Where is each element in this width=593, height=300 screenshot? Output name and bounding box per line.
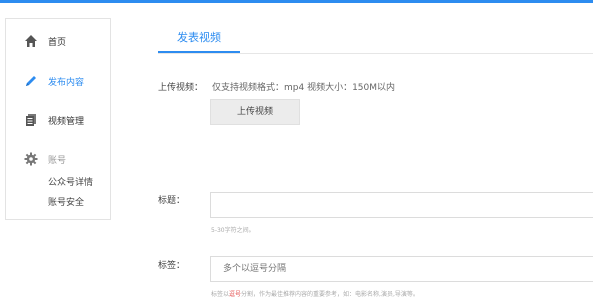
tags-note-after: 分割，作为最佳推荐内容的重要参考，如：电影名称,演员,导演等。 xyxy=(241,291,419,298)
tags-label: 标签： xyxy=(158,261,186,271)
sidebar-item-label: 账号 xyxy=(48,155,67,166)
sidebar-subitem-account-details[interactable]: 公众号详情 xyxy=(48,175,93,188)
tab-bar: 发表视频 xyxy=(158,25,593,54)
tab-publish-video[interactable]: 发表视频 xyxy=(158,29,240,53)
main-content: 发表视频 上传视频： 仅支持视频格式：mp4 视频大小：150M以内 上传视频 … xyxy=(158,0,593,300)
sidebar-item-account[interactable]: 账号 xyxy=(6,149,110,169)
title-note: 5-30字符之间。 xyxy=(211,227,255,234)
upload-hint: 仅支持视频格式：mp4 视频大小：150M以内 xyxy=(212,83,396,93)
sidebar-item-label: 首页 xyxy=(48,37,67,48)
sidebar-item-label: 视频管理 xyxy=(48,116,85,127)
sidebar-subitem-account-security[interactable]: 账号安全 xyxy=(48,195,84,208)
home-icon xyxy=(25,35,37,47)
document-icon xyxy=(26,114,36,126)
tags-note: 标签以逗号分割，作为最佳推荐内容的重要参考，如：电影名称,演员,导演等。 xyxy=(211,289,419,298)
tags-input[interactable] xyxy=(210,256,593,282)
gear-icon xyxy=(24,152,38,166)
sidebar-item-label: 发布内容 xyxy=(48,77,85,88)
sidebar-item-video-manage[interactable]: 视频管理 xyxy=(6,110,110,130)
pencil-icon xyxy=(26,76,36,86)
sidebar-item-publish[interactable]: 发布内容 xyxy=(6,71,110,91)
sidebar-item-home[interactable]: 首页 xyxy=(6,31,110,51)
upload-video-button[interactable]: 上传视频 xyxy=(210,99,300,125)
tags-note-before: 标签以 xyxy=(211,291,230,298)
title-input[interactable] xyxy=(210,192,593,218)
sidebar: 首页 发布内容 视频管理 账号 公众号详情 账号安全 xyxy=(5,18,111,220)
title-label: 标题： xyxy=(158,196,186,206)
tags-note-highlight: 逗号 xyxy=(229,291,242,298)
upload-label: 上传视频： xyxy=(158,83,204,93)
